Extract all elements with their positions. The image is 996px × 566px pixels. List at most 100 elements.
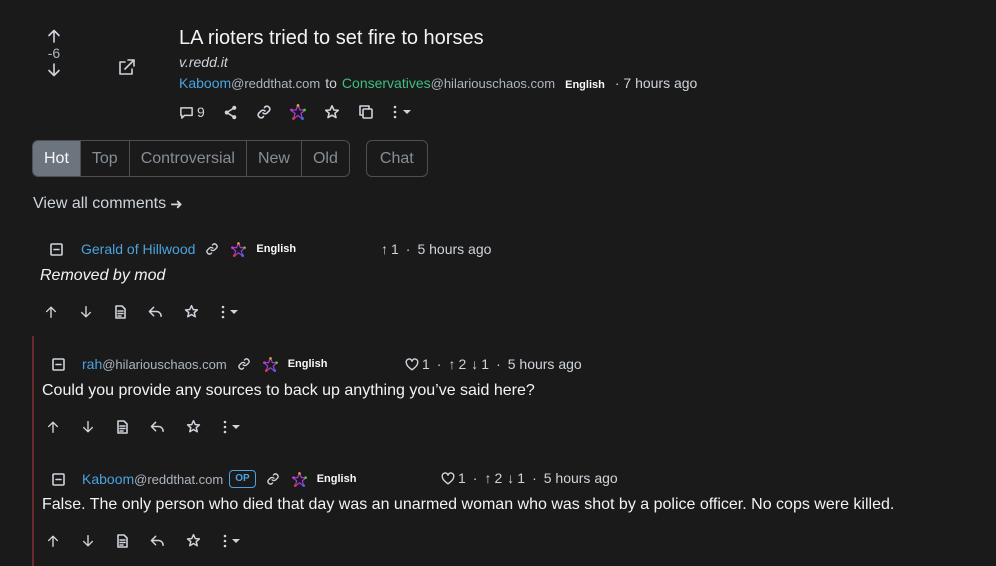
sort-tab-top[interactable]: Top — [81, 141, 130, 176]
comment-more-button[interactable] — [222, 420, 241, 434]
sort-tab-hot[interactable]: Hot — [33, 141, 81, 176]
comment-upvotes: 2 — [494, 470, 503, 486]
more-icon — [221, 305, 225, 318]
star-icon — [186, 533, 201, 547]
post-community[interactable]: Conservatives — [342, 75, 431, 91]
comment-downvote-button[interactable] — [81, 534, 95, 548]
reply-button[interactable] — [150, 534, 165, 548]
post-community-domain: @hilariouschaos.com — [430, 76, 556, 91]
sort-tab-new[interactable]: New — [247, 141, 302, 176]
comment-stats: 1 · ↑ 2 ↓ 1 · 5 hours ago — [441, 470, 618, 486]
chat-view-button[interactable]: Chat — [365, 140, 428, 177]
comment-downvote-button[interactable] — [81, 420, 95, 434]
comment-author-domain: @hilariouschaos.com — [102, 356, 227, 372]
comment-author[interactable]: Kaboom — [82, 471, 134, 487]
more-actions-button[interactable] — [392, 105, 412, 119]
arrow-up-icon — [47, 420, 59, 433]
copy-icon — [358, 105, 373, 119]
comment-more-button[interactable] — [222, 534, 241, 548]
more-icon — [223, 534, 227, 547]
score-down-icon: ↓ — [507, 470, 515, 486]
separator: · — [472, 470, 478, 486]
fediverse-icon[interactable] — [262, 356, 278, 372]
comment-save-button[interactable] — [186, 533, 201, 548]
more-icon — [393, 105, 397, 119]
post-title[interactable]: LA rioters tried to set fire to horses — [179, 27, 484, 50]
reply-button[interactable] — [148, 305, 163, 319]
comment-save-button[interactable] — [186, 419, 201, 434]
to-label: to — [325, 75, 337, 91]
reply-button[interactable] — [150, 420, 165, 434]
comments-button[interactable]: 9 — [179, 104, 205, 120]
comment-downvotes: 1 — [517, 470, 526, 486]
share-button[interactable] — [223, 105, 238, 120]
comment-upvote-button[interactable] — [46, 534, 60, 548]
thread-indent-bar[interactable] — [32, 336, 34, 566]
upvote-button[interactable] — [40, 28, 68, 44]
caret-down-icon — [402, 110, 411, 114]
comment-more-button[interactable] — [220, 305, 239, 319]
collapse-icon[interactable] — [52, 357, 65, 371]
link-icon[interactable] — [237, 357, 251, 371]
post-vote-column: -6 — [40, 28, 68, 78]
comment-body: Could you provide any sources to back up… — [42, 382, 535, 399]
comment-language: English — [256, 243, 297, 255]
arrow-down-icon — [82, 420, 94, 433]
view-source-button[interactable] — [116, 533, 129, 548]
share-icon — [224, 105, 237, 119]
link-icon[interactable] — [205, 242, 219, 256]
comment-author[interactable]: rah — [82, 356, 102, 372]
fediverse-icon — [289, 104, 306, 120]
comment-likes: 1 — [422, 356, 430, 372]
heart-icon — [441, 471, 455, 484]
comment-upvote-button[interactable] — [44, 305, 58, 319]
post-language: English — [565, 79, 605, 91]
reply-icon — [150, 421, 164, 432]
sort-tab-old[interactable]: Old — [302, 141, 349, 176]
comment-actions — [46, 533, 262, 548]
more-icon — [223, 420, 227, 433]
separator: · — [436, 356, 442, 372]
comment-actions — [46, 419, 262, 434]
comment-save-button[interactable] — [184, 304, 199, 319]
comment-upvotes: 2 — [458, 356, 467, 372]
view-source-button[interactable] — [116, 419, 129, 434]
collapse-icon[interactable] — [52, 472, 65, 486]
comment-language: English — [316, 473, 357, 485]
op-badge: OP — [229, 470, 256, 488]
copy-link-button[interactable] — [256, 104, 272, 120]
downvote-button[interactable] — [40, 62, 68, 78]
post-actions: 9 — [179, 104, 430, 120]
fediverse-button[interactable] — [289, 104, 306, 120]
reply-icon — [150, 535, 164, 546]
sort-tab-controversial[interactable]: Controversial — [130, 141, 247, 176]
view-source-button[interactable] — [114, 304, 127, 319]
comment-upvote-button[interactable] — [46, 420, 60, 434]
arrow-up-icon — [48, 29, 60, 43]
view-all-comments-link[interactable]: View all comments ➜ — [33, 195, 183, 213]
comment-downvotes: 1 — [481, 356, 490, 372]
caret-down-icon — [230, 309, 238, 314]
comment-author[interactable]: Gerald of Hillwood — [81, 241, 195, 257]
save-button[interactable] — [324, 104, 340, 120]
comment-actions — [44, 304, 260, 319]
comment-count: 9 — [197, 104, 205, 120]
crosspost-button[interactable] — [358, 104, 374, 120]
fediverse-icon[interactable] — [291, 471, 307, 487]
post-url[interactable]: v.redd.it — [179, 54, 228, 70]
comment-author-domain: @reddthat.com — [134, 471, 224, 487]
link-icon[interactable] — [266, 472, 280, 486]
post-author[interactable]: Kaboom — [179, 75, 231, 91]
fediverse-icon[interactable] — [231, 241, 247, 257]
post-meta: Kaboom @reddthat.com to Conservatives @hil… — [179, 75, 697, 91]
arrow-down-icon — [80, 305, 92, 318]
comment-downvote-button[interactable] — [79, 305, 93, 319]
collapse-icon[interactable] — [50, 242, 63, 256]
external-link-button[interactable] — [116, 56, 138, 78]
comment-body: False. The only person who died that day… — [42, 496, 895, 513]
comment-stats: 1 · ↑ 2 ↓ 1 · 5 hours ago — [405, 356, 582, 372]
comment-header: Kaboom @reddthat.com OP English — [52, 470, 366, 488]
caret-down-icon — [232, 538, 240, 543]
file-icon — [117, 533, 128, 548]
link-icon — [257, 105, 271, 119]
